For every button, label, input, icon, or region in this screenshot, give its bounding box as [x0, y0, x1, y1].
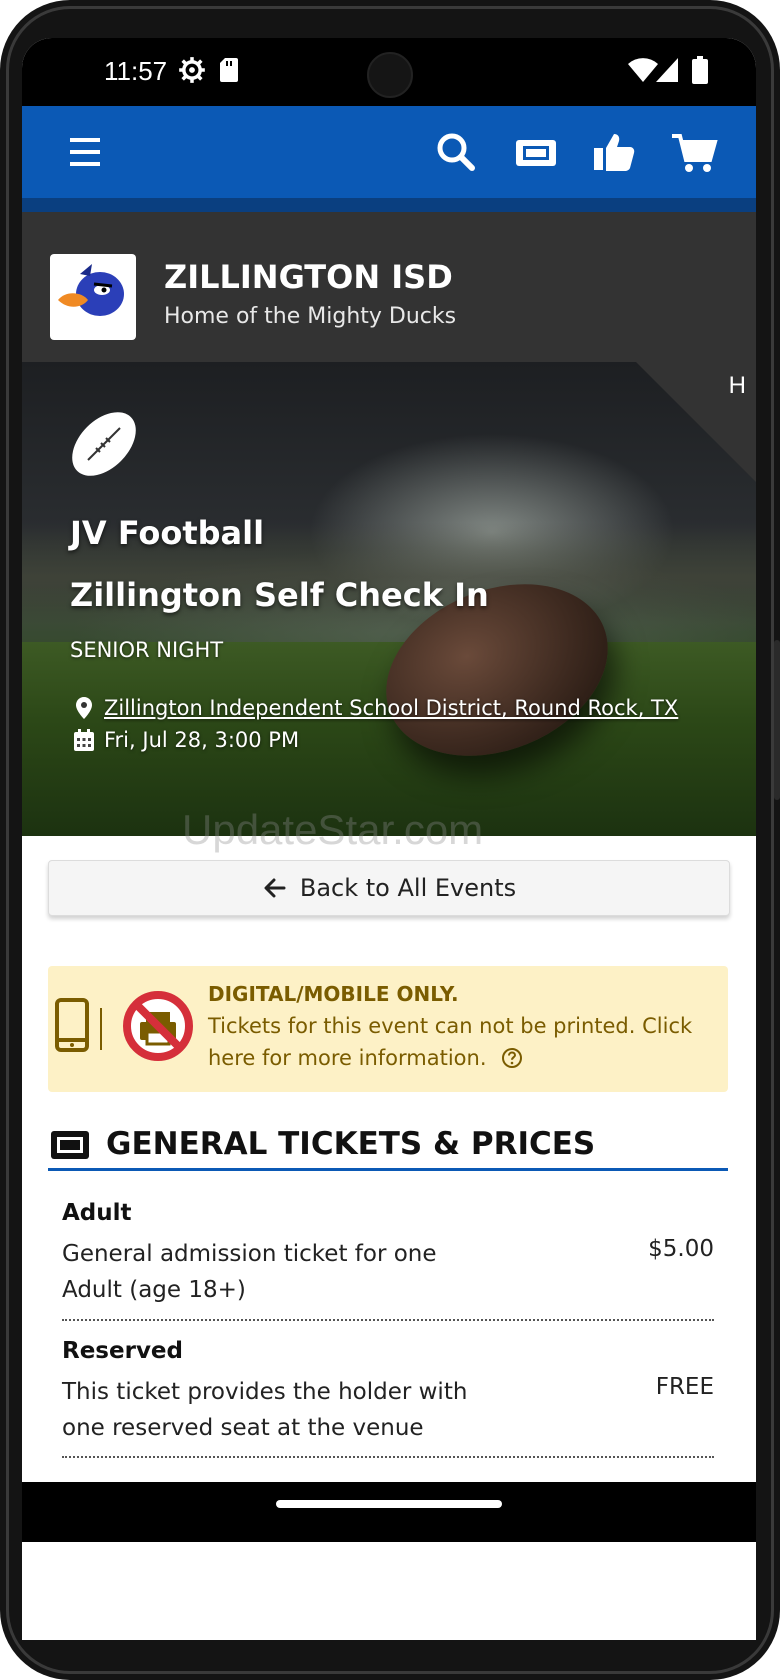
arrow-left-icon	[264, 878, 286, 898]
event-subtitle: SENIOR NIGHT	[70, 638, 224, 662]
ticket-icon	[51, 1131, 89, 1159]
system-navigation-bar	[22, 1482, 756, 1542]
football-icon	[72, 412, 136, 476]
watermark: UpdateStar.com	[182, 806, 484, 853]
ticket-price: FREE	[655, 1374, 714, 1400]
app-bar-accent	[22, 198, 756, 212]
signal-icon	[656, 58, 678, 82]
tickets-section-title: GENERAL TICKETS & PRICES	[106, 1126, 596, 1162]
phone-side-button	[774, 640, 780, 800]
back-to-all-events-button[interactable]: Back to All Events	[48, 860, 730, 916]
hero-corner-letter: H	[728, 372, 746, 399]
sd-card-icon	[220, 58, 238, 82]
help-circle-icon[interactable]	[501, 1047, 523, 1069]
back-button-label: Back to All Events	[299, 874, 517, 902]
map-pin-icon	[76, 697, 92, 719]
home-indicator[interactable]	[276, 1500, 502, 1508]
battery-icon	[692, 56, 708, 84]
notice-text: Tickets for this event can not be printe…	[208, 1014, 693, 1038]
wifi-icon	[628, 58, 658, 82]
org-logo	[50, 254, 136, 340]
notice-more-info-link[interactable]: here for more information.	[208, 1046, 487, 1070]
ticket-icon[interactable]	[512, 128, 560, 176]
ticket-separator	[62, 1456, 714, 1458]
calendar-icon	[74, 729, 94, 751]
front-camera	[367, 52, 413, 98]
menu-icon[interactable]	[66, 128, 114, 176]
mobile-phone-icon	[55, 998, 89, 1052]
ticket-row-adult[interactable]: Adult General admission ticket for one A…	[62, 1200, 714, 1326]
org-header: ZILLINGTON ISD Home of the Mighty Ducks	[22, 212, 756, 362]
ticket-description: This ticket provides the holder with one…	[62, 1374, 482, 1446]
event-date-row: Fri, Jul 28, 3:00 PM	[72, 728, 299, 752]
notice-title: DIGITAL/MOBILE ONLY.	[208, 982, 459, 1006]
tickets-section-header: GENERAL TICKETS & PRICES	[48, 1124, 728, 1172]
event-name: Zillington Self Check In	[70, 576, 489, 614]
ticket-description-line: General admission ticket for one	[62, 1241, 437, 1267]
ticket-description-line: This ticket provides the holder with	[62, 1379, 468, 1405]
notice-divider	[100, 1008, 102, 1050]
duck-mascot-icon	[58, 264, 124, 316]
ticket-description-line: one reserved seat at the venue	[62, 1415, 424, 1441]
ticket-row-reserved[interactable]: Reserved This ticket provides the holder…	[62, 1338, 714, 1464]
digital-only-notice[interactable]: DIGITAL/MOBILE ONLY. Tickets for this ev…	[48, 966, 728, 1092]
search-icon[interactable]	[432, 128, 480, 176]
org-tagline: Home of the Mighty Ducks	[164, 304, 457, 329]
ticket-description-line: Adult (age 18+)	[62, 1277, 246, 1303]
event-date: Fri, Jul 28, 3:00 PM	[104, 728, 300, 752]
event-hero: H JV Football Zillington Self Check In S…	[22, 362, 756, 836]
status-time: 11:57	[104, 56, 168, 86]
ticket-price: $5.00	[648, 1236, 714, 1262]
event-location-link[interactable]: Zillington Independent School District, …	[104, 696, 678, 720]
event-location-row: Zillington Independent School District, …	[72, 696, 678, 720]
cart-icon[interactable]	[670, 128, 718, 176]
tickets-section-underline	[48, 1168, 728, 1171]
app-bar	[22, 106, 756, 198]
phone-frame: 11:57 ZILLINGTON ISD Home of the Mighty …	[0, 0, 780, 1680]
ticket-description: General admission ticket for one Adult (…	[62, 1236, 482, 1308]
event-sport: JV Football	[70, 514, 265, 552]
thumbs-up-icon[interactable]	[590, 128, 638, 176]
status-bar: 11:57	[22, 38, 756, 106]
ticket-separator	[62, 1319, 714, 1321]
org-name: ZILLINGTON ISD	[164, 258, 453, 296]
no-print-icon	[123, 991, 193, 1061]
gear-icon	[179, 57, 205, 83]
ticket-name: Reserved	[62, 1338, 183, 1364]
screen: 11:57 ZILLINGTON ISD Home of the Mighty …	[22, 38, 756, 1640]
ticket-name: Adult	[62, 1200, 132, 1226]
notice-text-more: here for more information.	[208, 1046, 523, 1070]
